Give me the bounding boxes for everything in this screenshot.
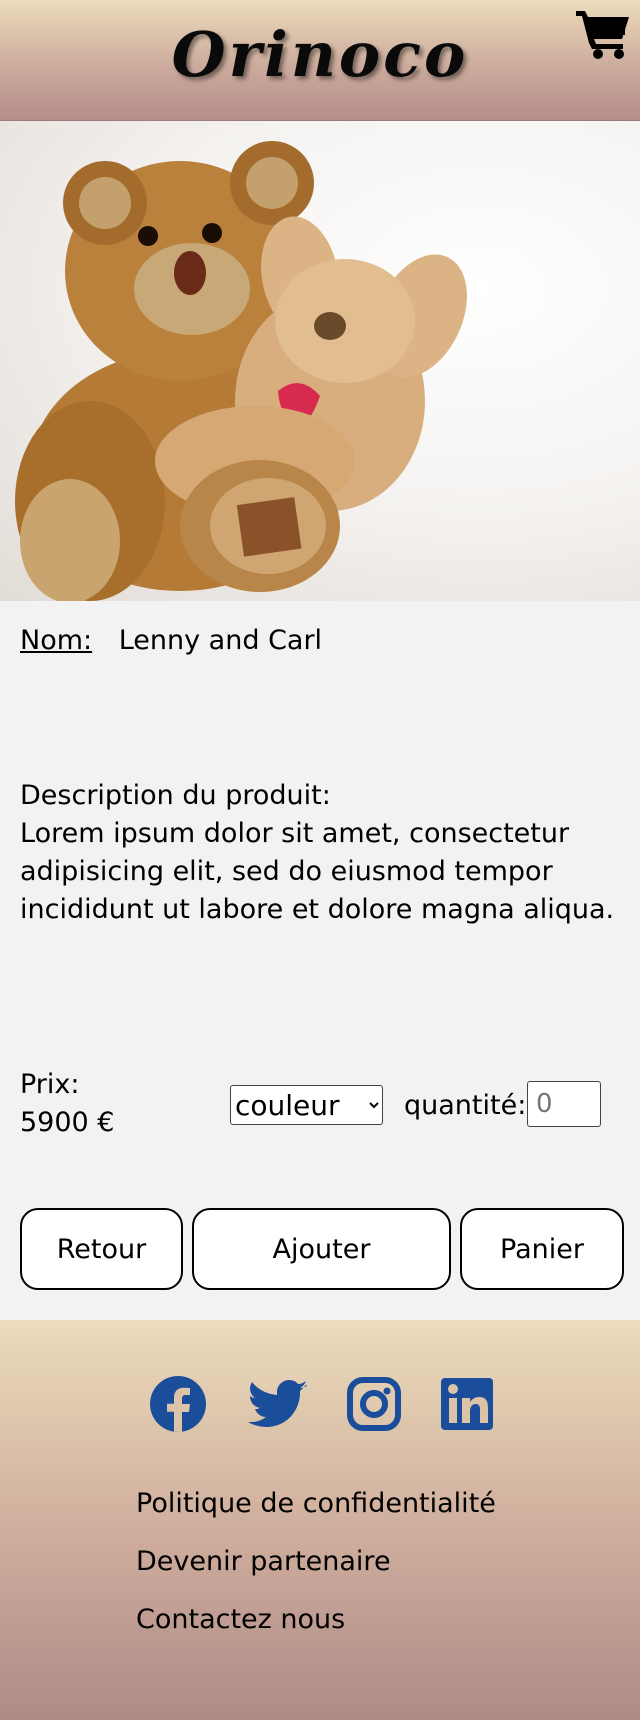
facebook-icon[interactable]: [149, 1374, 207, 1434]
add-to-cart-button[interactable]: Ajouter: [192, 1208, 451, 1290]
price-label: Prix:: [20, 1069, 80, 1100]
product-name-row: Nom: Lenny and Carl: [20, 621, 620, 661]
privacy-policy-link[interactable]: Politique de confidentialité: [136, 1486, 496, 1522]
linkedin-icon[interactable]: [439, 1374, 495, 1434]
product-name-label: Nom:: [20, 625, 93, 656]
instagram-icon[interactable]: [347, 1374, 401, 1434]
contact-us-link[interactable]: Contactez nous: [136, 1602, 345, 1638]
twitter-icon[interactable]: [247, 1374, 309, 1434]
brand-logo[interactable]: Orinoco: [0, 18, 640, 91]
cart-button[interactable]: Panier: [460, 1208, 624, 1290]
quantity-input[interactable]: [527, 1081, 601, 1127]
site-header: Orinoco: [0, 0, 640, 121]
description-text: Lorem ipsum dolor sit amet, consectetur …: [20, 818, 615, 925]
product-price: Prix: 5900 €: [20, 1066, 114, 1142]
product-name: Lenny and Carl: [118, 625, 323, 656]
product-description: Description du produit: Lorem ipsum dolo…: [20, 777, 630, 929]
price-value: 5900 €: [20, 1107, 115, 1138]
shopping-cart-icon[interactable]: [574, 6, 632, 60]
color-select[interactable]: couleur: [230, 1085, 383, 1125]
back-button[interactable]: Retour: [20, 1208, 183, 1290]
quantity-label: quantité:: [404, 1090, 527, 1121]
become-partner-link[interactable]: Devenir partenaire: [136, 1544, 391, 1580]
product-image: [0, 121, 640, 601]
description-label: Description du produit:: [20, 780, 331, 811]
